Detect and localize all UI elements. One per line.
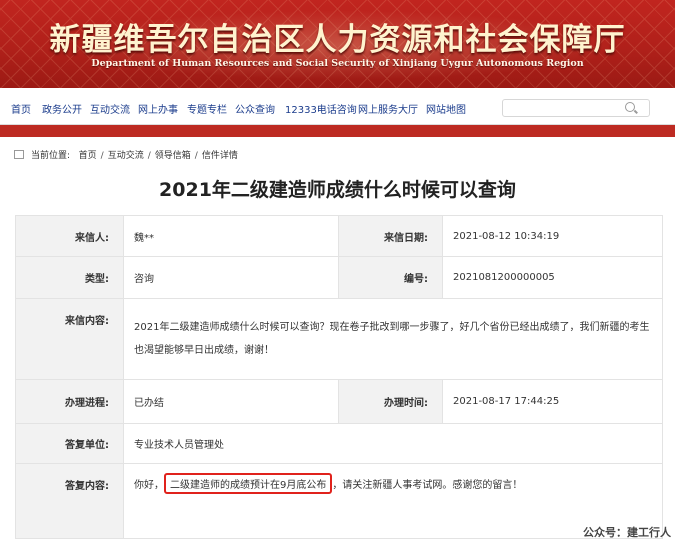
watermark: 公众号：建工行人 [583,526,671,539]
reply-closing: ，请关注新疆人事考试网。感谢您的留言！ [332,480,523,491]
handle-time-value: 2021-08-17 17:44:25 [442,379,663,424]
nav-item-online-service[interactable]: 网上办事 [138,101,178,116]
nav-item-special[interactable]: 专题专栏 [187,101,227,116]
content-cell: 2021年二级建造师成绩什么时候可以查询？现在卷子批改到哪一步骤了，好几个省份已… [123,298,663,380]
reply-unit-label: 答复单位: [15,423,124,464]
reply-greeting: 你好， [134,480,164,491]
breadcrumb: 当前位置: 首页 / 互动交流 / 领导信箱 / 信件详情 [14,148,238,161]
breadcrumb-current: 信件详情 [201,151,238,161]
red-divider [0,125,675,137]
number-value: 2021081200000005 [442,256,663,299]
date-label: 来信日期: [338,215,443,257]
reply-unit-value: 专业技术人员管理处 [123,423,663,464]
type-label: 类型: [15,256,124,299]
search-input[interactable] [502,99,650,117]
letter-content: 2021年二级建造师成绩什么时候可以查询？现在卷子批改到哪一步骤了，好几个省份已… [134,322,650,356]
breadcrumb-mailbox[interactable]: 领导信箱 [155,151,191,161]
reply-cell: 你好， 二级建造师的成绩预计在9月底公布 ，请关注新疆人事考试网。感谢您的留言！ [123,463,663,539]
number-label: 编号: [338,256,443,299]
date-value: 2021-08-12 10:34:19 [442,215,663,257]
breadcrumb-prefix: 当前位置: [31,151,71,161]
breadcrumb-interaction[interactable]: 互动交流 [108,151,144,161]
header-banner: 新疆维吾尔自治区人力资源和社会保障厅 Department of Human R… [0,0,675,88]
table-row: 答复单位: 专业技术人员管理处 [15,423,663,464]
progress-label: 办理进程: [15,379,124,424]
reply-label: 答复内容: [15,463,124,539]
sender-label: 来信人: [15,215,124,257]
nav-item-gov-open[interactable]: 政务公开 [42,101,82,116]
site-title-en: Department of Human Resources and Social… [91,58,584,69]
sender-value: 魏** [123,215,339,257]
location-icon [14,150,24,159]
table-row: 办理进程: 已办结 办理时间: 2021-08-17 17:44:25 [15,379,663,424]
nav-item-service-hall[interactable]: 网上服务大厅 [358,101,418,116]
breadcrumb-home[interactable]: 首页 [79,151,97,161]
nav-item-interaction[interactable]: 互动交流 [90,101,130,116]
nav-item-12333[interactable]: 12333电话咨询 [285,101,357,116]
progress-value: 已办结 [123,379,339,424]
page-title: 2021年二级建造师成绩什么时候可以查询 [159,179,516,201]
content-label: 来信内容: [15,298,124,380]
table-row: 来信人: 魏** 来信日期: 2021-08-12 10:34:19 [15,215,663,257]
reply-highlight: 二级建造师的成绩预计在9月底公布 [164,473,333,494]
table-row: 来信内容: 2021年二级建造师成绩什么时候可以查询？现在卷子批改到哪一步骤了，… [15,298,663,380]
type-value: 咨询 [123,256,339,299]
letter-detail-table: 来信人: 魏** 来信日期: 2021-08-12 10:34:19 类型: 咨… [15,215,663,539]
nav-item-public-query[interactable]: 公众查询 [235,101,275,116]
table-row: 答复内容: 你好， 二级建造师的成绩预计在9月底公布 ，请关注新疆人事考试网。感谢您… [15,463,663,539]
handle-time-label: 办理时间: [338,379,443,424]
nav-item-home[interactable]: 首页 [11,101,31,116]
table-row: 类型: 咨询 编号: 2021081200000005 [15,256,663,299]
nav-item-sitemap[interactable]: 网站地图 [426,101,466,116]
search-icon[interactable] [625,102,635,112]
site-title: 新疆维吾尔自治区人力资源和社会保障厅 [49,22,626,58]
